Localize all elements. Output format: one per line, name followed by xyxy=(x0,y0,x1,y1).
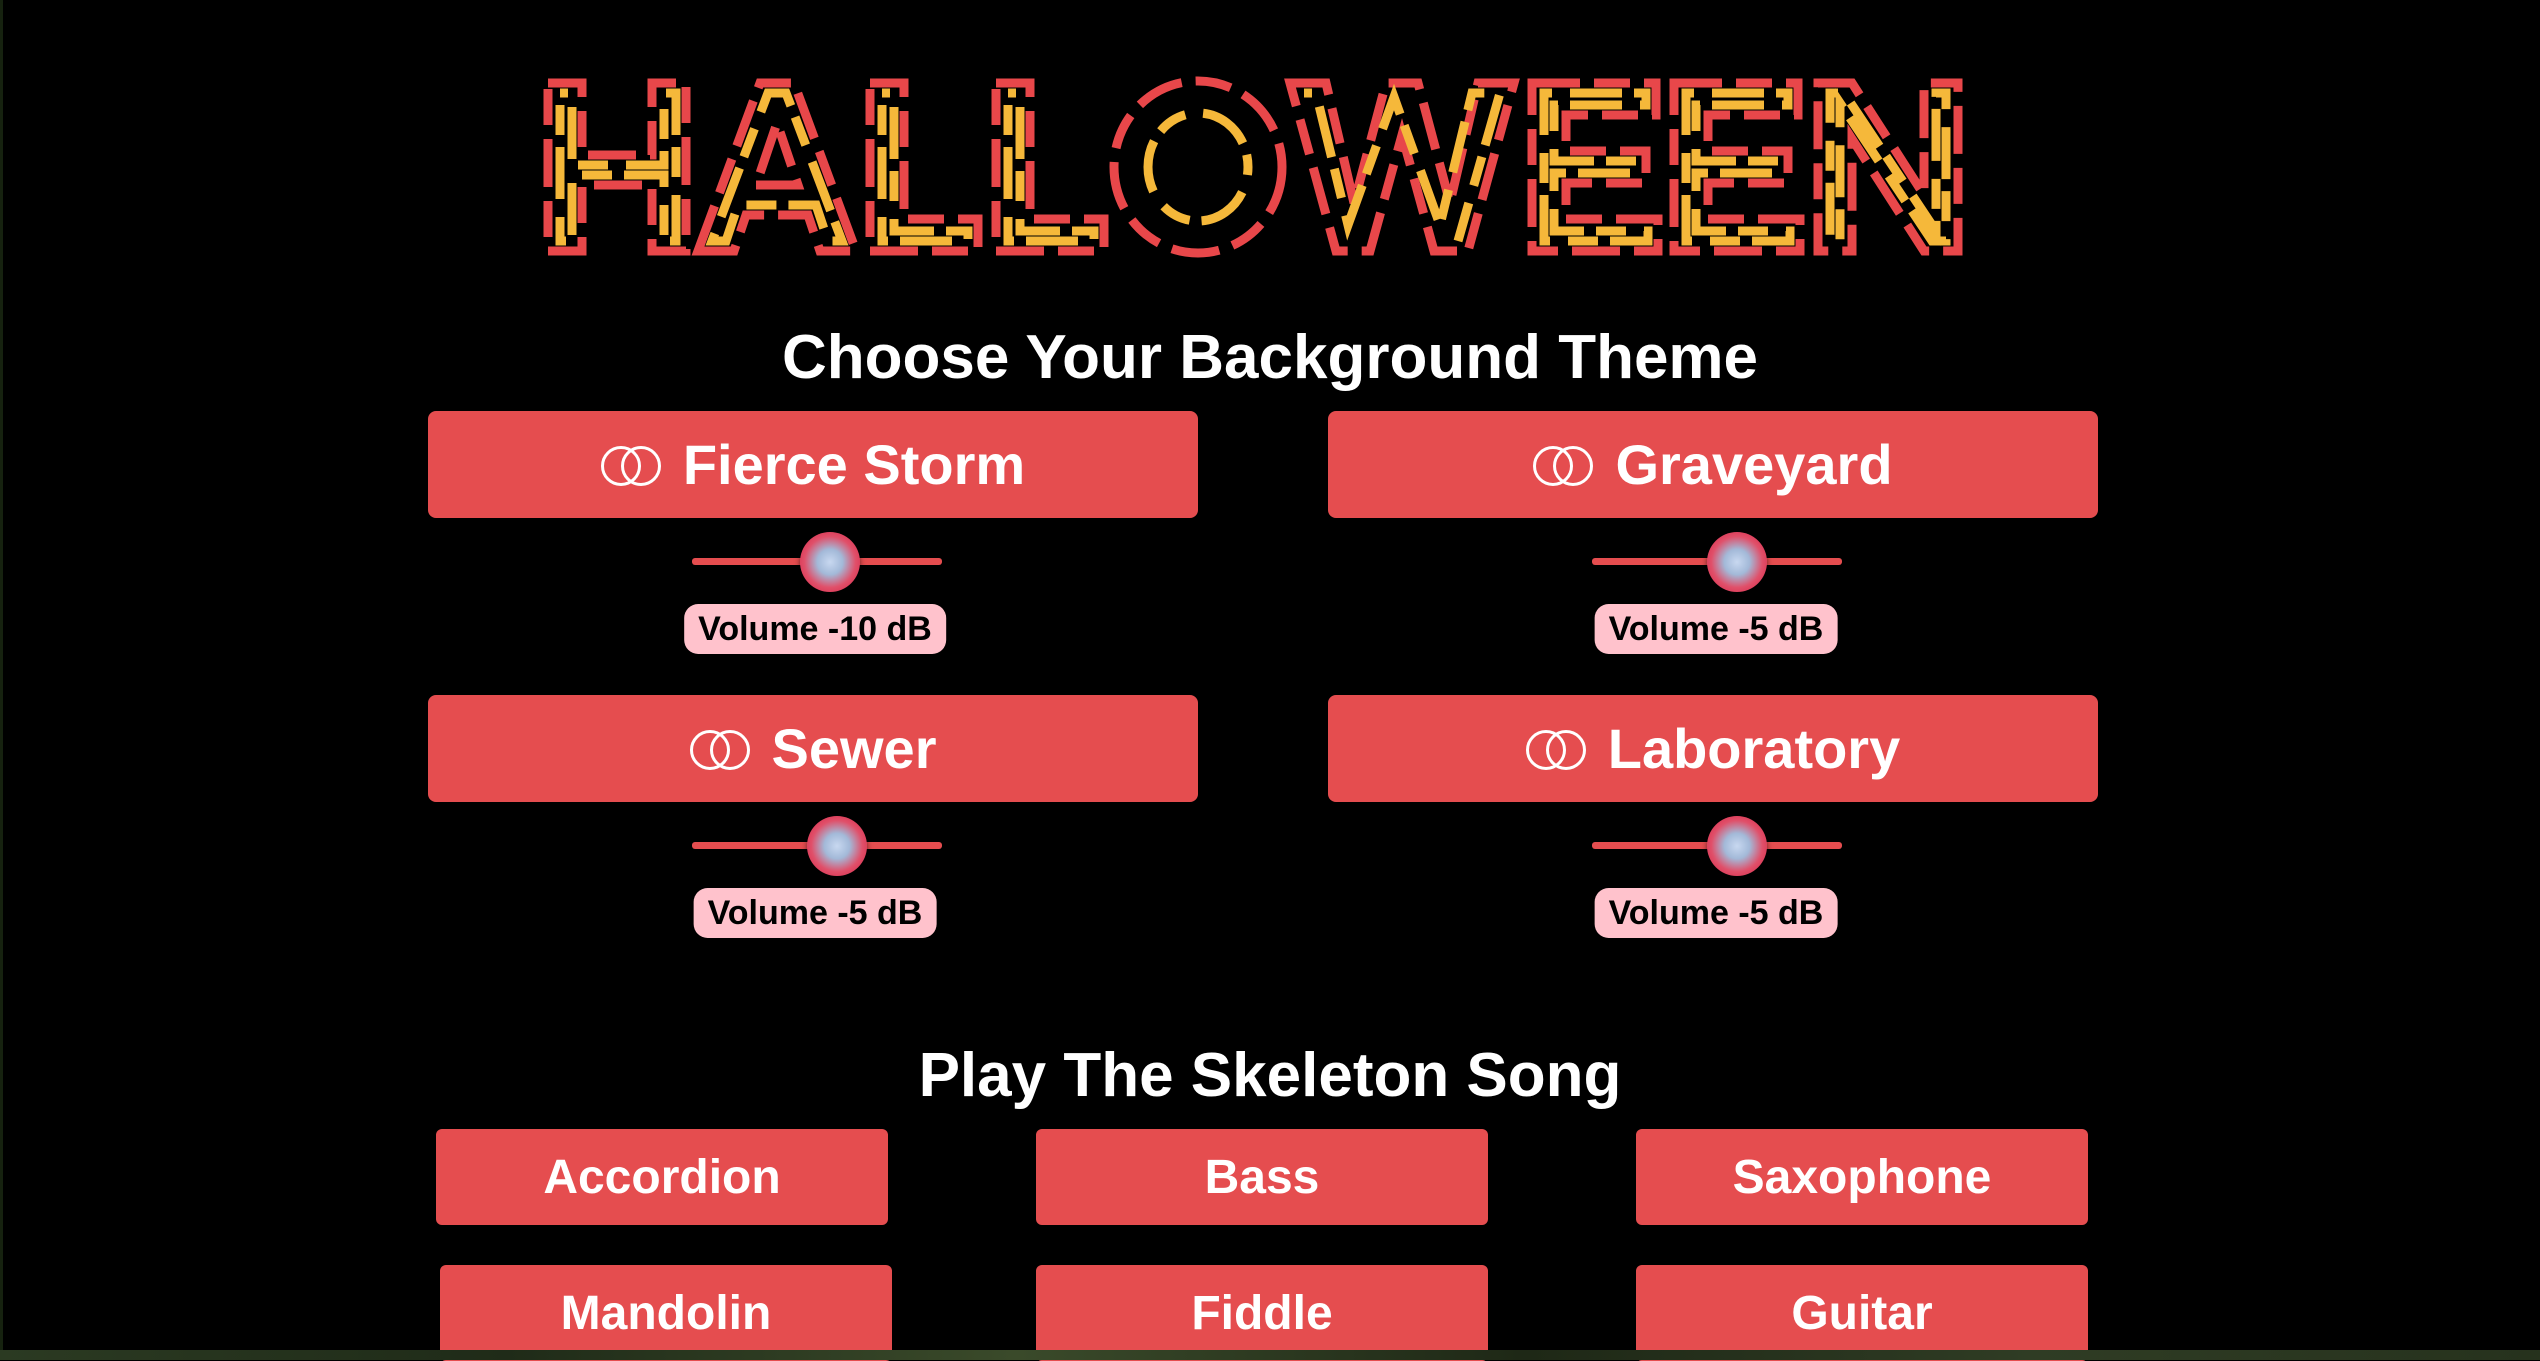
song-heading: Play The Skeleton Song xyxy=(918,1041,1622,1110)
toggle-icon xyxy=(1525,729,1586,770)
volume-label-laboratory: Volume -5 dB xyxy=(1594,888,1838,938)
instrument-button-saxophone[interactable]: Saxophone xyxy=(1636,1129,2088,1225)
slider-knob[interactable] xyxy=(799,532,860,592)
instrument-button-mandolin[interactable]: Mandolin xyxy=(440,1265,892,1361)
themes-heading: Choose Your Background Theme xyxy=(781,323,1759,392)
halloween-title: .o1 { fill:none; stroke:#e8474a; stroke-… xyxy=(0,65,2540,305)
theme-button-sewer[interactable]: Sewer xyxy=(428,695,1198,802)
slider-knob[interactable] xyxy=(807,816,867,876)
volume-slider-laboratory[interactable] xyxy=(1592,816,1842,876)
volume-slider-graveyard[interactable] xyxy=(1592,532,1842,592)
instrument-button-fiddle[interactable]: Fiddle xyxy=(1036,1265,1488,1361)
theme-button-fierce-storm[interactable]: Fierce Storm xyxy=(428,411,1198,518)
slider-knob[interactable] xyxy=(1707,816,1767,876)
instrument-button-guitar[interactable]: Guitar xyxy=(1636,1265,2088,1361)
instrument-button-accordion[interactable]: Accordion xyxy=(436,1129,888,1225)
theme-button-laboratory[interactable]: Laboratory xyxy=(1328,695,2098,802)
grass-strip xyxy=(0,1350,2540,1360)
volume-label-sewer: Volume -5 dB xyxy=(693,888,937,938)
toggle-icon xyxy=(1533,445,1594,486)
volume-slider-fierce-storm[interactable] xyxy=(692,532,942,592)
theme-label: Fierce Storm xyxy=(682,433,1026,496)
volume-label-fierce-storm: Volume -10 dB xyxy=(684,604,946,654)
toggle-icon xyxy=(600,445,661,486)
toggle-icon xyxy=(689,729,750,770)
theme-label: Graveyard xyxy=(1615,433,1893,496)
volume-label-graveyard: Volume -5 dB xyxy=(1594,604,1838,654)
slider-knob[interactable] xyxy=(1707,532,1767,592)
theme-button-graveyard[interactable]: Graveyard xyxy=(1328,411,2098,518)
instrument-button-bass[interactable]: Bass xyxy=(1036,1129,1488,1225)
halloween-logo: .o1 { fill:none; stroke:#e8474a; stroke-… xyxy=(543,76,1963,258)
theme-label: Sewer xyxy=(771,717,937,780)
volume-slider-sewer[interactable] xyxy=(692,816,942,876)
theme-label: Laboratory xyxy=(1607,717,1901,780)
